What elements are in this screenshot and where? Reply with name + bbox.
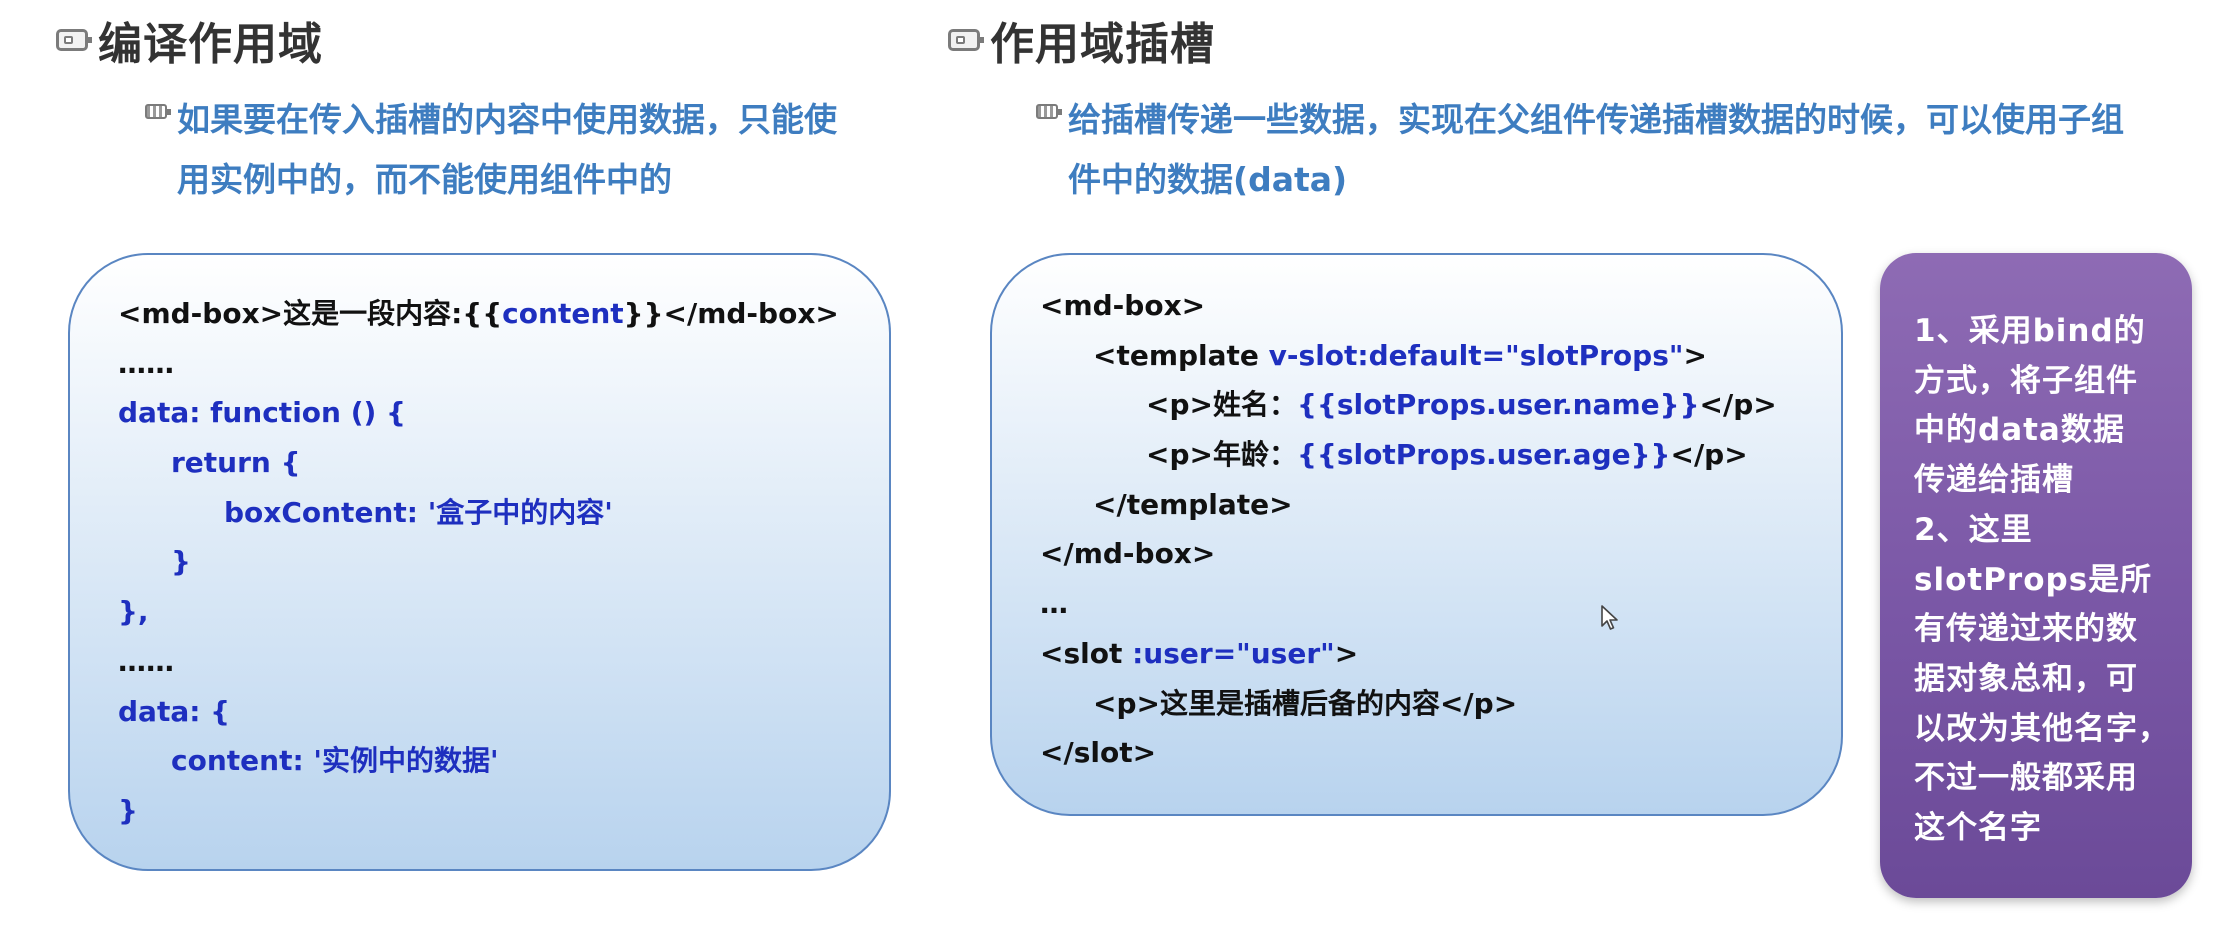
code-token: data: {: [118, 694, 231, 728]
code-token: }: [171, 545, 191, 579]
code-line: return {: [118, 438, 889, 488]
note-line: 方式，将子组件: [1914, 362, 2138, 399]
code-token: …: [1040, 587, 1068, 621]
code-line: <slot :user="user">: [1040, 629, 1841, 679]
slide-bullet-icon: [56, 29, 92, 51]
code-line: <template v-slot:default="slotProps">: [1040, 331, 1841, 381]
code-line: <p>这里是插槽后备的内容</p>: [1040, 679, 1841, 729]
code-line: </md-box>: [1040, 529, 1841, 579]
code-token: >: [1334, 636, 1359, 670]
code-line: …: [1040, 579, 1841, 629]
code-line: data: {: [118, 687, 889, 737]
code-token: ……: [118, 346, 174, 380]
code-line: ……: [118, 339, 889, 389]
section-title-compile-scope: 编译作用域: [56, 10, 323, 70]
code-token: >: [1683, 338, 1707, 372]
code-token: }}</md-box>: [623, 297, 839, 330]
note-line: 不过一般都采用: [1914, 760, 2138, 797]
code-line: },: [118, 587, 889, 637]
code-token: <slot: [1040, 636, 1133, 670]
code-token: <p>姓名：: [1146, 388, 1297, 422]
bullet-icon: [1036, 104, 1062, 119]
code-token: return {: [171, 446, 301, 480]
note-line: 以改为其他名字，: [1914, 710, 2170, 747]
code-token: data: function () {: [118, 396, 406, 430]
code-token: </template>: [1093, 487, 1293, 521]
code-line: data: function () {: [118, 388, 889, 438]
code-token: <md-box>这是一段内容:{{: [118, 297, 503, 330]
code-token: }: [118, 793, 138, 827]
note-line: 中的data数据: [1914, 412, 2125, 449]
code-token: content: [502, 297, 624, 330]
code-token: {{slotProps.user.name}}: [1296, 388, 1700, 422]
note-line: 据对象总和，可: [1914, 660, 2138, 697]
code-line: <md-box>这是一段内容:{{content}}</md-box>: [118, 289, 889, 339]
code-token: <md-box>: [1040, 289, 1206, 322]
code-token: ……: [118, 644, 174, 678]
note-line: slotProps是所: [1914, 561, 2153, 598]
note-callout: 1、采用bind的 方式，将子组件 中的data数据 传递给插槽 2、这里 slotPro…: [1880, 253, 2192, 898]
note-line: 有传递过来的数: [1914, 611, 2138, 648]
code-line: </template>: [1040, 480, 1841, 530]
code-box-compile-scope: <md-box>这是一段内容:{{content}}</md-box> …… dat…: [68, 253, 891, 871]
code-token: boxContent: '盒子中的内容': [224, 495, 613, 529]
code-line: </slot>: [1040, 728, 1841, 778]
code-token: </p>: [1699, 388, 1777, 422]
code-line: ……: [118, 637, 889, 687]
code-token: {{slotProps.user.age}}: [1296, 438, 1671, 472]
note-line: 这个名字: [1914, 810, 2042, 847]
code-token: :user="user": [1132, 636, 1335, 670]
bullet-text: 如果要在传入插槽的内容中使用数据，只能使用实例中的，而不能使用组件中的: [177, 100, 837, 199]
code-token: </p>: [1670, 438, 1748, 472]
bullet-compile-scope: 如果要在传入插槽的内容中使用数据，只能使用实例中的，而不能使用组件中的: [145, 90, 865, 210]
code-token: <p>年龄：: [1146, 438, 1297, 472]
section-title-text: 作用域插槽: [990, 19, 1215, 70]
bullet-text: 给插槽传递一些数据，实现在父组件传递插槽数据的时候，可以使用子组件中的数据(da…: [1068, 100, 2124, 199]
section-title-scoped-slot: 作用域插槽: [948, 10, 1215, 70]
section-title-text: 编译作用域: [98, 19, 323, 70]
bullet-scoped-slot: 给插槽传递一些数据，实现在父组件传递插槽数据的时候，可以使用子组件中的数据(da…: [1036, 90, 2156, 210]
code-box-scoped-slot: <md-box> <template v-slot:default="slotPr…: [990, 253, 1843, 816]
note-line: 传递给插槽: [1914, 462, 2074, 499]
code-token: },: [118, 595, 149, 629]
code-token: </md-box>: [1040, 537, 1216, 571]
mouse-cursor-icon: [1601, 605, 1618, 630]
code-line: <md-box>: [1040, 281, 1841, 331]
note-line: 1、采用bind的: [1914, 313, 2146, 349]
code-token: <p>这里是插槽后备的内容</p>: [1093, 686, 1518, 720]
code-line: }: [118, 537, 889, 587]
code-line: <p>姓名：{{slotProps.user.name}}</p>: [1040, 380, 1841, 430]
slide-bullet-icon: [948, 29, 984, 51]
code-token: </slot>: [1040, 736, 1157, 770]
code-token: <template: [1093, 338, 1269, 372]
code-line: }: [118, 786, 889, 836]
code-token: content: '实例中的数据': [171, 744, 499, 778]
code-line: boxContent: '盒子中的内容': [118, 488, 889, 538]
code-line: content: '实例中的数据': [118, 736, 889, 786]
bullet-icon: [145, 104, 171, 119]
note-line: 2、这里: [1914, 511, 2033, 548]
code-token: v-slot:default="slotProps": [1268, 338, 1684, 372]
code-line: <p>年龄：{{slotProps.user.age}}</p>: [1040, 430, 1841, 480]
